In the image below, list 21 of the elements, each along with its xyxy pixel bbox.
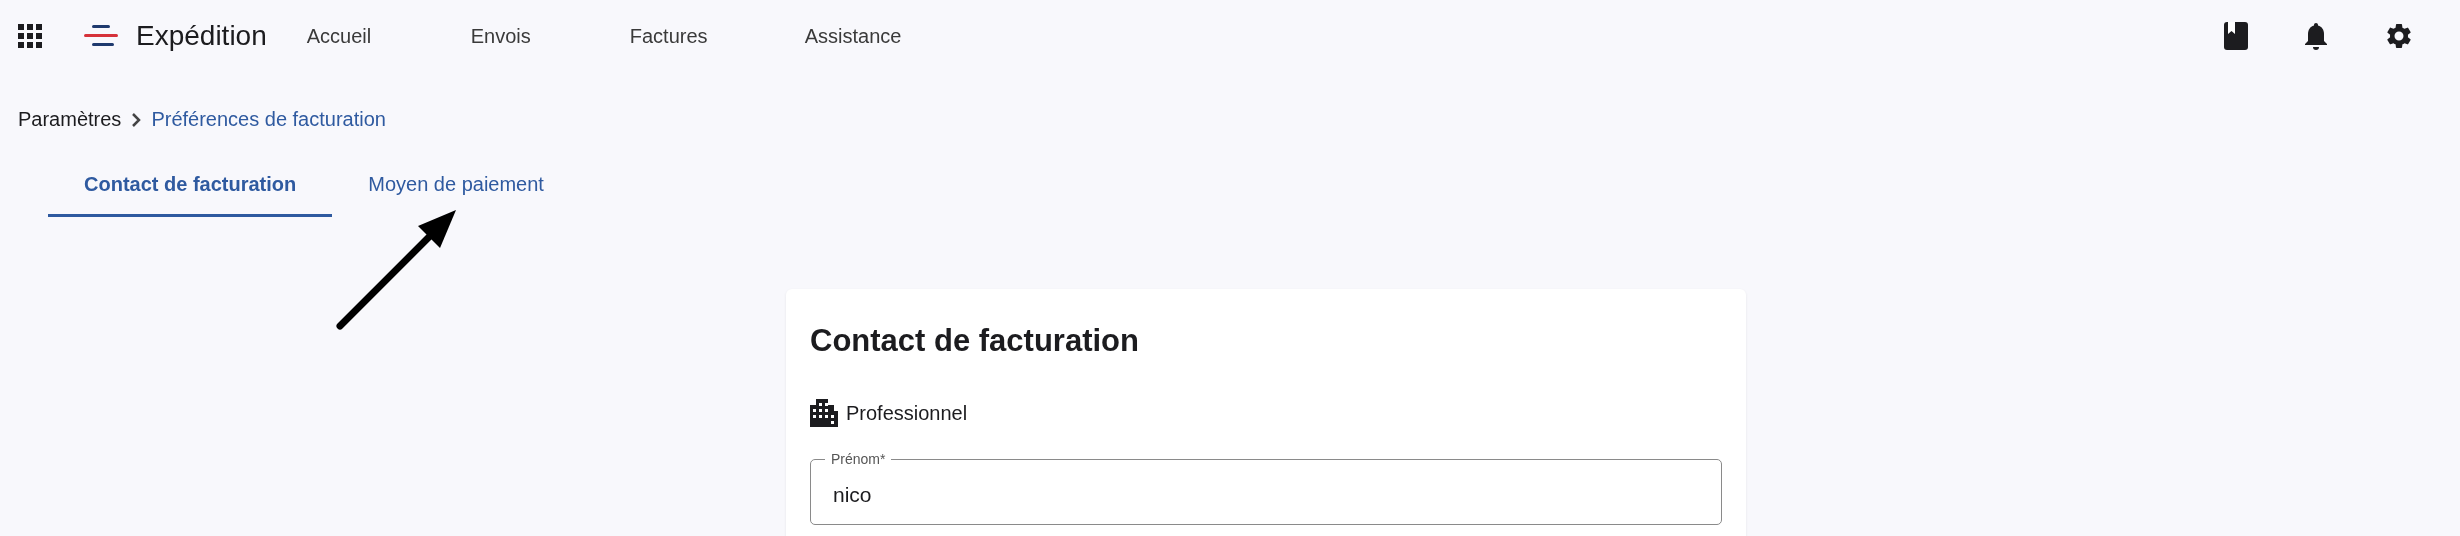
tab[interactable]: Contact de facturation — [48, 155, 333, 217]
settings-icon[interactable] — [2384, 21, 2414, 51]
chevron-right-icon — [131, 111, 142, 128]
card-title: Contact de facturation — [810, 323, 1140, 359]
breadcrumb-item[interactable]: Paramètres — [18, 108, 122, 131]
book-icon[interactable] — [2224, 22, 2248, 50]
customer-type-label: Professionnel — [846, 401, 968, 425]
field-label: Prénom* — [830, 451, 887, 467]
nav-link[interactable]: Assistance — [804, 24, 1005, 48]
nav-link[interactable]: Envois — [470, 24, 630, 48]
nav-link[interactable]: Factures — [629, 24, 805, 48]
apps-grid-icon[interactable] — [18, 24, 42, 48]
nav-link[interactable]: Accueil — [306, 24, 471, 48]
building-icon — [810, 399, 838, 427]
field-value[interactable]: nico — [833, 482, 1699, 507]
text-field[interactable]: Prénom* nico — [810, 451, 1722, 525]
app-name: Expédition — [136, 20, 267, 52]
breadcrumb-item: Préférences de facturation — [151, 108, 386, 131]
notifications-icon[interactable] — [2304, 22, 2328, 50]
logo-icon — [84, 25, 118, 47]
tab[interactable]: Moyen de paiement — [332, 155, 580, 217]
